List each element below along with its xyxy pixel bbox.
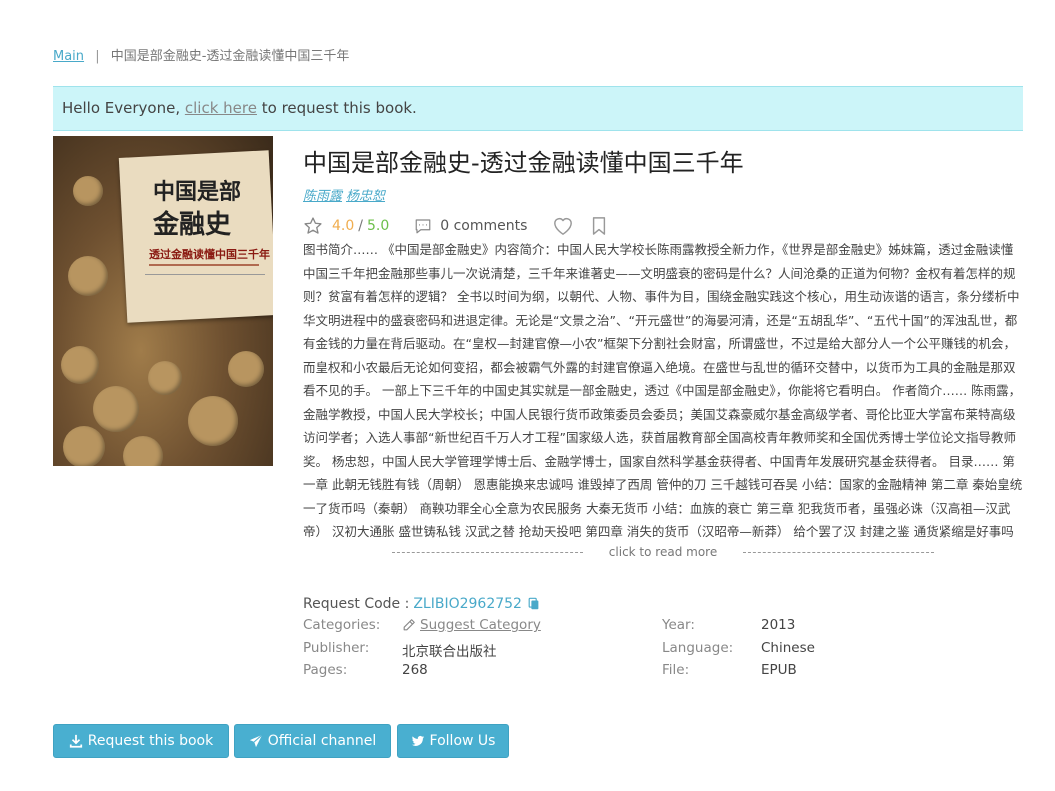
read-more-dash-left bbox=[392, 551, 583, 553]
follow-us-label[interactable]: Follow Us bbox=[430, 733, 496, 749]
pages-label: Pages: bbox=[303, 662, 348, 678]
rating-value: 4.0 bbox=[332, 218, 355, 234]
year-label: Year: bbox=[662, 617, 695, 633]
book-description: 图书简介…… 《中国是部金融史》内容简介：中国人民大学校长陈雨露教授全新力作，《… bbox=[303, 242, 1023, 539]
request-code-value: ZLIBIO2962752 bbox=[413, 596, 522, 612]
file-label: File: bbox=[662, 662, 690, 678]
book-meta-row: 4.0 / 5.0 0 comments bbox=[303, 215, 608, 237]
request-notice: Hello Everyone, click here to request th… bbox=[53, 86, 1023, 131]
request-book-button[interactable]: Request this book bbox=[53, 724, 229, 758]
pencil-icon bbox=[403, 619, 415, 631]
book-cover: 中国是部 金融史 透过金融读懂中国三千年 bbox=[53, 136, 273, 466]
request-code: Request Code : ZLIBIO2962752 bbox=[303, 596, 541, 612]
cover-rule bbox=[149, 264, 259, 270]
notice-request-link[interactable]: click here bbox=[185, 99, 257, 117]
copy-icon[interactable] bbox=[527, 597, 541, 611]
read-more[interactable]: click to read more bbox=[392, 545, 935, 559]
rating-separator: / bbox=[358, 218, 363, 234]
author-link[interactable]: 陈雨露 bbox=[303, 189, 342, 204]
book-title: 中国是部金融史-透过金融读懂中国三千年 bbox=[303, 149, 744, 177]
notice-prefix: Hello Everyone, bbox=[62, 99, 185, 117]
send-icon bbox=[249, 734, 263, 748]
cover-subtitle: 透过金融读懂中国三千年 bbox=[149, 248, 270, 261]
cover-rule-thin bbox=[145, 274, 265, 279]
official-channel-label[interactable]: Official channel bbox=[268, 733, 376, 749]
request-code-label: Request Code : bbox=[303, 596, 410, 612]
categories-label: Categories: bbox=[303, 617, 381, 633]
suggest-category-label[interactable]: Suggest Category bbox=[420, 617, 541, 633]
language-label: Language: bbox=[662, 640, 734, 656]
follow-us-button[interactable]: Follow Us bbox=[397, 724, 509, 758]
breadcrumb-separator: | bbox=[95, 49, 100, 64]
comments-count[interactable]: 0 comments bbox=[440, 218, 527, 234]
request-book-label[interactable]: Request this book bbox=[88, 733, 213, 749]
read-more-dash-right bbox=[743, 551, 935, 553]
comment-icon[interactable] bbox=[414, 217, 432, 235]
pages-value: 268 bbox=[402, 662, 428, 678]
cover-title-line2: 金融史 bbox=[153, 210, 232, 240]
heart-icon[interactable] bbox=[552, 216, 574, 236]
official-channel-button[interactable]: Official channel bbox=[234, 724, 391, 758]
breadcrumb: Main | 中国是部金融史-透过金融读懂中国三千年 bbox=[53, 45, 349, 64]
rating-max: 5.0 bbox=[366, 218, 390, 234]
author-link[interactable]: 杨忠恕 bbox=[346, 189, 385, 204]
file-value: EPUB bbox=[761, 662, 797, 678]
bookmark-icon[interactable] bbox=[590, 216, 608, 236]
read-more-label[interactable]: click to read more bbox=[583, 545, 743, 559]
year-value: 2013 bbox=[761, 617, 796, 633]
language-value: Chinese bbox=[761, 640, 815, 656]
publisher-label: Publisher: bbox=[303, 640, 370, 656]
publisher-value: 北京联合出版社 bbox=[402, 644, 497, 660]
download-icon bbox=[69, 734, 82, 748]
star-icon[interactable] bbox=[303, 216, 323, 236]
cover-title-line1: 中国是部 bbox=[153, 179, 242, 205]
breadcrumb-current: 中国是部金融史-透过金融读懂中国三千年 bbox=[110, 49, 350, 64]
notice-suffix: to request this book. bbox=[256, 99, 417, 117]
book-authors: 陈雨露 杨忠恕 bbox=[303, 185, 389, 204]
suggest-category-link[interactable]: Suggest Category bbox=[402, 617, 541, 633]
twitter-icon bbox=[411, 735, 424, 746]
breadcrumb-home-link[interactable]: Main bbox=[53, 49, 84, 64]
